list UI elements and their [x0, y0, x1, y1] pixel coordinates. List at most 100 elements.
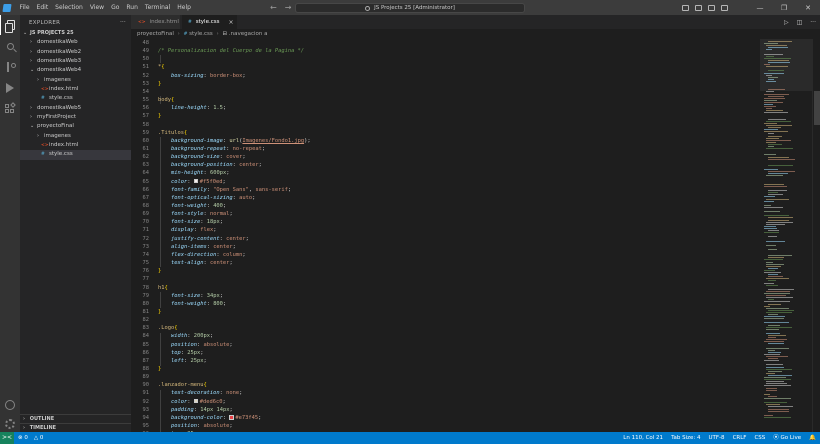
minimap-line [766, 91, 774, 93]
cursor-position[interactable]: Ln 110, Col 21 [623, 432, 663, 444]
minimap-line [764, 402, 787, 404]
tree-folder[interactable]: › myFirstProject [20, 113, 131, 122]
errors-count[interactable]: ⊗ 0 [18, 432, 28, 444]
run-icon[interactable]: ▷ [784, 19, 789, 26]
workspace-root[interactable]: ⌄ JS PROJECTS 25 [20, 29, 131, 38]
line-number: 92 [142, 398, 150, 405]
minimap[interactable] [760, 39, 812, 432]
tree-folder[interactable]: › domestikaWeb2 [20, 48, 131, 57]
tree-file[interactable]: <> index.html [20, 141, 131, 150]
status-right: Ln 110, Col 21 Tab Size: 4 UTF-8 CRLF CS… [623, 432, 816, 444]
code-token: 800 [213, 300, 223, 307]
line-endings[interactable]: CRLF [733, 432, 747, 444]
explorer-icon[interactable] [0, 15, 20, 35]
html-file-icon: <> [138, 19, 146, 25]
scrollbar-thumb[interactable] [814, 91, 820, 125]
timeline-section[interactable]: › TIMELINE [20, 423, 131, 432]
more-actions-icon[interactable]: ··· [810, 19, 816, 26]
code-token: { [183, 129, 188, 136]
code-token: text-align [170, 260, 204, 267]
color-swatch[interactable] [193, 398, 199, 404]
tree-folder[interactable]: › domestikaWeb5 [20, 104, 131, 113]
menu-file[interactable]: File [16, 0, 33, 15]
warnings-count[interactable]: △ 0 [34, 432, 43, 444]
remote-indicator[interactable]: >< [0, 432, 14, 444]
line-number: 91 [142, 390, 150, 397]
encoding[interactable]: UTF-8 [709, 432, 725, 444]
minimap-line [768, 171, 795, 173]
notifications-bell-icon[interactable]: 🔔 [809, 432, 816, 444]
minimize-button[interactable]: — [748, 0, 772, 15]
line-number: 72 [142, 235, 150, 242]
menu-view[interactable]: View [86, 0, 107, 15]
tree-item-label: imagenes [44, 76, 71, 83]
more-actions-icon[interactable]: ··· [120, 18, 126, 28]
code-token: top [170, 349, 181, 356]
breadcrumb-folder[interactable]: proyectoFinal [137, 31, 174, 37]
menu-terminal[interactable]: Terminal [141, 0, 173, 15]
forward-arrow-icon[interactable]: → [285, 3, 292, 12]
minimap-line [766, 366, 784, 368]
menu-help[interactable]: Help [174, 0, 195, 15]
color-swatch[interactable] [193, 178, 199, 184]
account-icon[interactable] [0, 395, 20, 415]
tab-label: style.css [195, 19, 220, 25]
close-tab-icon[interactable]: × [228, 19, 233, 26]
menu-run[interactable]: Run [123, 0, 142, 15]
toggle-panel-icon[interactable] [695, 4, 702, 11]
minimap-line [766, 265, 781, 267]
minimap-line [766, 141, 776, 143]
close-button[interactable]: ✕ [796, 0, 820, 15]
tree-file[interactable]: # style.css [20, 94, 131, 103]
tree-folder[interactable]: › imagenes [20, 132, 131, 141]
menu-go[interactable]: Go [108, 0, 123, 15]
minimap-line [764, 225, 776, 227]
tree-file[interactable]: <> index.html [20, 85, 131, 94]
tab-size[interactable]: Tab Size: 4 [671, 432, 700, 444]
code-editor[interactable]: 48 49 /* Personalizacion del Cuerpo de la … [131, 39, 760, 432]
code-token: ; [219, 292, 223, 299]
settings-gear-icon[interactable] [0, 414, 20, 434]
code-token: { [203, 382, 207, 389]
toggle-sidebar-icon[interactable] [682, 4, 689, 11]
menu-selection[interactable]: Selection [52, 0, 87, 15]
run-debug-icon[interactable] [0, 78, 20, 98]
tree-folder[interactable]: › domestikaWeb3 [20, 57, 131, 66]
file-tree: ⌄ JS PROJECTS 25 › domestikaWeb › domestikaWe… [20, 29, 131, 160]
customize-layout-icon[interactable] [721, 4, 728, 11]
tree-file[interactable]: # style.css [20, 150, 131, 160]
outline-section[interactable]: › OUTLINE [20, 414, 131, 423]
menu-edit[interactable]: Edit [33, 0, 52, 15]
command-center[interactable]: JS Projects 25 [Administrator] [295, 3, 525, 13]
tree-folder[interactable]: ⌄ proyectoFinal [20, 122, 131, 131]
tree-item-label: index.html [49, 142, 79, 149]
go-live-button[interactable]: ⦿ Go Live [773, 432, 801, 444]
chevron-right-icon: › [30, 58, 32, 65]
language-mode[interactable]: CSS [754, 432, 765, 444]
back-arrow-icon[interactable]: ← [270, 3, 277, 12]
minimap-line [766, 125, 792, 126]
code-token: no-repeat [232, 145, 262, 152]
color-swatch[interactable] [229, 415, 234, 420]
minimap-line [768, 335, 786, 336]
code-text: left: 25px; [158, 357, 207, 365]
tab-style-css[interactable]: # style.css × [182, 15, 238, 29]
minimap-line [764, 293, 790, 294]
code-token: ); [304, 137, 311, 144]
tab-index-html[interactable]: <> index.html [131, 15, 181, 29]
extensions-icon[interactable] [0, 99, 20, 119]
code-token: display [170, 227, 194, 234]
tree-folder[interactable]: ⌄ domestikaWeb4 [20, 66, 131, 75]
tree-folder[interactable]: › imagenes [20, 76, 131, 85]
search-view-icon[interactable] [0, 36, 20, 56]
breadcrumb-file[interactable]: style.css [189, 31, 213, 37]
maximize-button[interactable]: ❐ [772, 0, 796, 15]
breadcrumb-symbol[interactable]: .navegacion a [229, 31, 268, 37]
source-control-icon[interactable] [0, 57, 20, 77]
code-text: align-items: center; [158, 243, 236, 251]
tree-folder[interactable]: › domestikaWeb [20, 38, 131, 47]
split-editor-icon[interactable]: ◫ [797, 19, 803, 26]
vertical-scrollbar[interactable] [812, 39, 820, 432]
toggle-secondary-sidebar-icon[interactable] [708, 4, 715, 11]
